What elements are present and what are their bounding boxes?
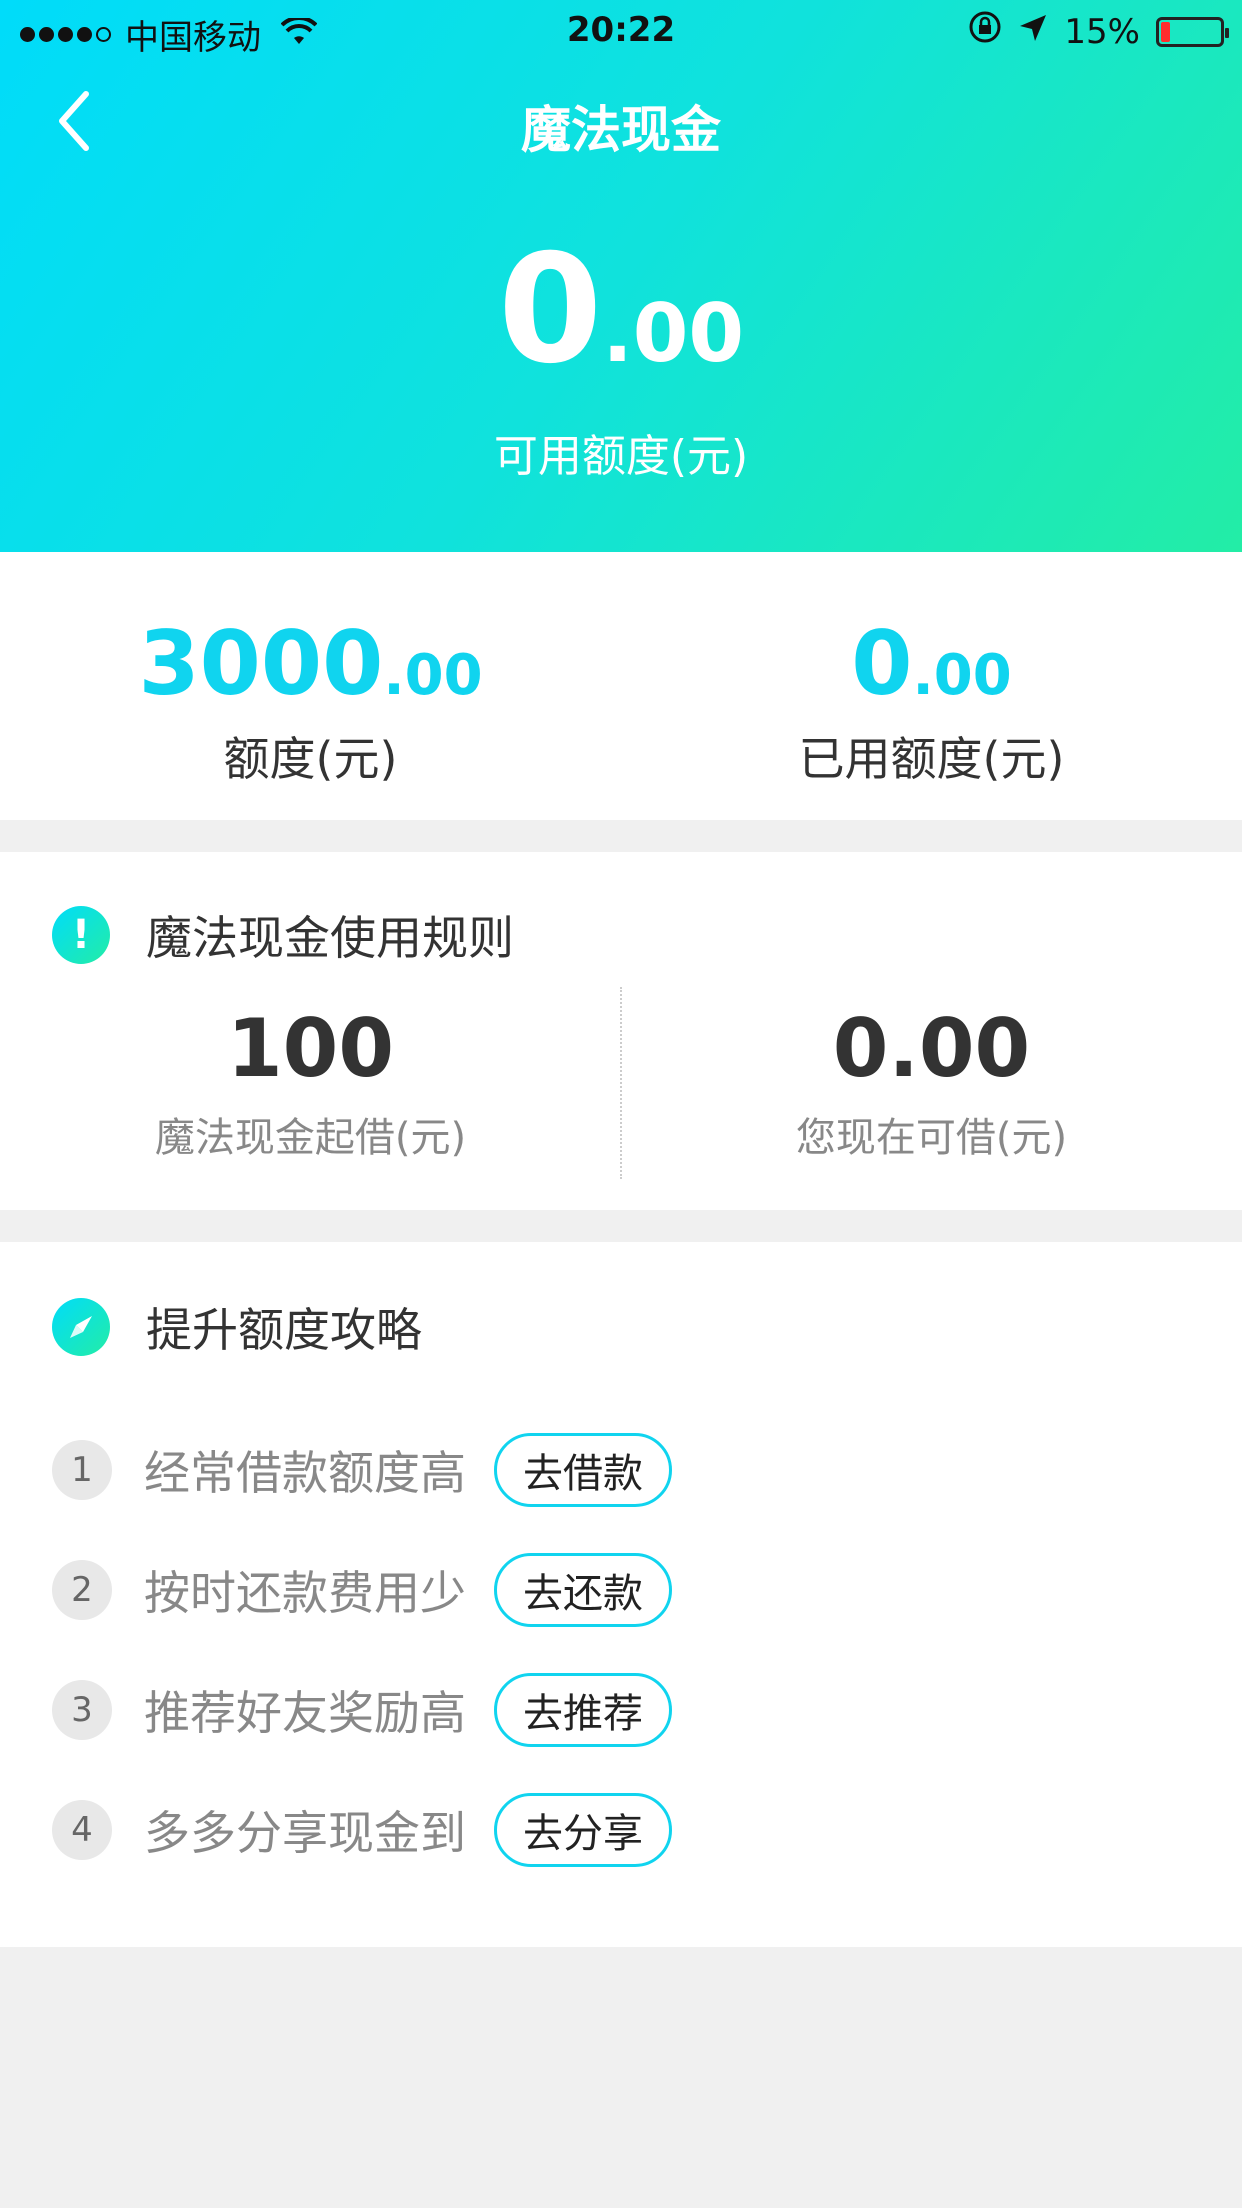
page: 中国移动 20:22 15% 魔法现金 0.00 可用额度(元) 3000.00… (0, 0, 1242, 2208)
available-borrow-value: 0.00 (832, 1002, 1031, 1095)
battery-icon (1156, 16, 1229, 47)
total-quota-integer: 3000 (138, 612, 384, 715)
min-borrow-label: 魔法现金起借(元) (154, 1115, 467, 1161)
rules-card: ! 魔法现金使用规则 100 魔法现金起借(元) 0.00 您现在可借(元) (0, 852, 1242, 1210)
tip-number: 3 (52, 1680, 112, 1740)
min-borrow: 100 魔法现金起借(元) (0, 1002, 621, 1163)
orientation-lock-icon (968, 10, 1002, 53)
tip-number: 4 (52, 1800, 112, 1860)
hero-header: 中国移动 20:22 15% 魔法现金 0.00 可用额度(元) (0, 0, 1242, 552)
battery-level (1161, 21, 1171, 42)
rules-header: ! 魔法现金使用规则 (52, 902, 514, 968)
total-quota: 3000.00 额度(元) (0, 612, 621, 789)
rules-title: 魔法现金使用规则 (146, 911, 514, 965)
available-borrow: 0.00 您现在可借(元) (621, 1002, 1242, 1163)
tips-header: 提升额度攻略 (52, 1294, 422, 1360)
min-borrow-value: 100 (227, 1002, 394, 1095)
used-quota-value: 0.00 (621, 612, 1242, 715)
borrow-button[interactable]: 去借款 (494, 1433, 672, 1507)
used-quota: 0.00 已用额度(元) (621, 612, 1242, 789)
total-quota-value: 3000.00 (0, 612, 621, 715)
used-quota-integer: 0 (851, 612, 913, 715)
status-right: 15% (952, 10, 1229, 53)
tip-item: 1 经常借款额度高 去借款 (52, 1432, 672, 1508)
tip-number: 2 (52, 1560, 112, 1620)
tip-number: 1 (52, 1440, 112, 1500)
available-balance-decimal: .00 (602, 287, 745, 380)
available-balance-label: 可用额度(元) (493, 431, 749, 482)
compass-icon (52, 1298, 110, 1356)
used-quota-decimal: .00 (912, 643, 1012, 708)
tip-text: 推荐好友奖励高 (144, 1686, 466, 1740)
tip-item: 3 推荐好友奖励高 去推荐 (52, 1672, 672, 1748)
status-bar: 中国移动 20:22 15% (0, 0, 1242, 62)
repay-button[interactable]: 去还款 (494, 1553, 672, 1627)
battery-percent: 15% (1064, 11, 1140, 52)
share-button[interactable]: 去分享 (494, 1793, 672, 1867)
available-balance-integer: 0 (497, 223, 603, 397)
available-borrow-label: 您现在可借(元) (795, 1115, 1068, 1161)
quota-card: 3000.00 额度(元) 0.00 已用额度(元) (0, 552, 1242, 820)
exclamation-circle-icon: ! (52, 906, 110, 964)
tip-item: 4 多多分享现金到 去分享 (52, 1792, 672, 1868)
tips-card: 提升额度攻略 1 经常借款额度高 去借款 2 按时还款费用少 去还款 3 推荐好… (0, 1242, 1242, 1947)
recommend-button[interactable]: 去推荐 (494, 1673, 672, 1747)
available-balance: 0.00 (0, 235, 1242, 385)
tips-title: 提升额度攻略 (146, 1303, 422, 1357)
total-quota-decimal: .00 (383, 643, 483, 708)
tip-item: 2 按时还款费用少 去还款 (52, 1552, 672, 1628)
tip-text: 按时还款费用少 (144, 1566, 466, 1620)
tip-text: 经常借款额度高 (144, 1446, 466, 1500)
page-title: 魔法现金 (521, 101, 721, 159)
total-quota-label: 额度(元) (223, 732, 398, 786)
tip-text: 多多分享现金到 (144, 1806, 466, 1860)
used-quota-label: 已用额度(元) (798, 732, 1065, 786)
location-arrow-icon (1018, 12, 1048, 52)
